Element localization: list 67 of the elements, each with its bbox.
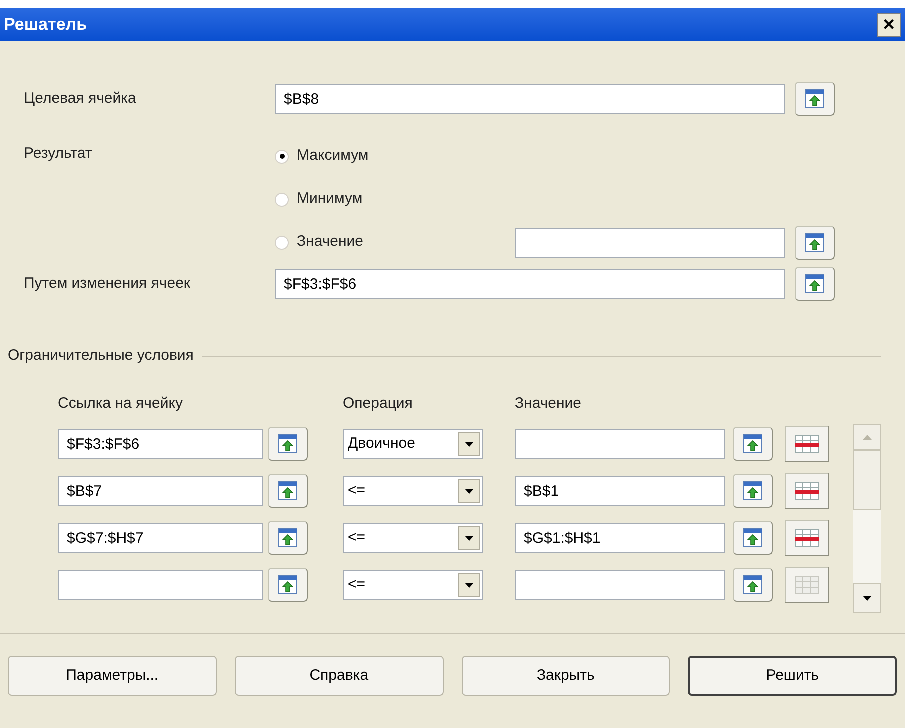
close-button[interactable]: ×: [877, 12, 901, 36]
shrink-icon: [743, 434, 763, 454]
radio-label: Минимум: [297, 189, 363, 210]
scroll-thumb[interactable]: [853, 450, 881, 510]
shrink-icon: [278, 575, 298, 595]
shrink-button[interactable]: [268, 474, 308, 508]
radio-button[interactable]: [275, 236, 289, 250]
dialog-button[interactable]: Справка: [234, 656, 444, 696]
target-label: Целевая ячейка: [24, 88, 138, 109]
input-field[interactable]: $F$3:$F$6: [275, 269, 785, 299]
shrink-button[interactable]: [268, 427, 308, 461]
operation-dropdown[interactable]: <=: [343, 476, 483, 506]
shrink-button[interactable]: [733, 521, 773, 555]
shrink-icon: [743, 575, 763, 595]
shrink-icon: [278, 528, 298, 548]
input-field[interactable]: $G$1:$H$1: [515, 523, 725, 553]
input-field[interactable]: [515, 429, 725, 459]
shrink-button[interactable]: [268, 568, 308, 602]
shrink-icon: [743, 528, 763, 548]
table-icon: [795, 435, 819, 453]
radio-button[interactable]: [275, 192, 289, 206]
dialog-button[interactable]: Закрыть: [462, 656, 670, 696]
result-label: Результат: [24, 144, 94, 164]
shrink-button[interactable]: [795, 267, 835, 301]
table-icon: [795, 482, 819, 500]
column-header: Операция: [343, 394, 414, 414]
operation-dropdown[interactable]: Двоичное: [343, 429, 483, 459]
input-field[interactable]: $G$7:$H$7: [58, 523, 263, 553]
radio-label: Значение: [297, 232, 365, 252]
shrink-button[interactable]: [733, 427, 773, 461]
shrink-icon: [805, 274, 825, 294]
column-header: Ссылка на ячейку: [58, 394, 184, 414]
table-icon: [795, 529, 819, 547]
shrink-icon: [805, 89, 825, 109]
section-title: Ограничительные условия: [8, 346, 194, 366]
dialog-button[interactable]: Параметры...: [8, 656, 217, 696]
shrink-icon: [805, 232, 825, 252]
input-field[interactable]: $F$3:$F$6: [58, 429, 263, 459]
delete-button[interactable]: [785, 473, 829, 509]
shrink-icon: [278, 434, 298, 454]
operation-dropdown[interactable]: <=: [343, 570, 483, 600]
shrink-button[interactable]: [795, 226, 835, 260]
input-field[interactable]: [515, 570, 725, 600]
input-field[interactable]: [515, 228, 785, 258]
shrink-button[interactable]: [733, 568, 773, 602]
operation-dropdown[interactable]: <=: [343, 523, 483, 553]
scroll-down-button[interactable]: [853, 583, 881, 613]
input-field[interactable]: $B$7: [58, 476, 263, 506]
radio-label: Максимум: [297, 146, 369, 166]
table-icon: [795, 576, 819, 594]
radio-button[interactable]: [275, 150, 289, 164]
column-header: Значение: [515, 394, 582, 414]
input-field[interactable]: [58, 570, 263, 600]
shrink-icon: [743, 481, 763, 501]
shrink-button[interactable]: [268, 521, 308, 555]
input-field[interactable]: $B$1: [515, 476, 725, 506]
changing-label: Путем изменения ячеек: [24, 274, 192, 294]
shrink-icon: [278, 481, 298, 501]
shrink-button[interactable]: [733, 474, 773, 508]
dialog-button[interactable]: Решить: [688, 656, 898, 696]
shrink-button[interactable]: [795, 82, 835, 116]
up-arrow-icon: [862, 434, 872, 440]
delete-button[interactable]: [785, 520, 829, 556]
window-title: Решатель: [4, 14, 88, 36]
delete-button[interactable]: [785, 426, 829, 462]
input-field[interactable]: $B$8: [275, 84, 785, 114]
down-arrow-icon: [862, 596, 872, 600]
